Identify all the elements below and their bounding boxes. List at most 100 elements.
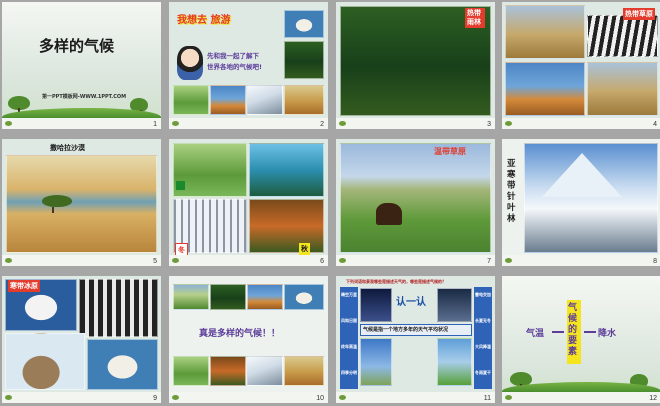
left-label-2: 风和日丽 <box>341 318 357 323</box>
slide-8-title: 亚寒带针叶林 <box>507 159 516 224</box>
slide-footer <box>336 118 495 129</box>
slide-thumbnail-8[interactable]: 亚寒带针叶林 8 <box>502 139 660 266</box>
label-autumn: 秋 <box>299 243 310 255</box>
slide-thumbnail-5[interactable]: 撒哈拉沙漠 5 <box>2 139 161 266</box>
photo-strip-6 <box>210 356 246 386</box>
photo-strip-8 <box>284 356 324 386</box>
photo-lightning <box>360 288 392 322</box>
photo-row-2 <box>210 85 246 115</box>
slide-footer <box>502 118 660 129</box>
banner-prefix: 我想去 <box>177 15 207 26</box>
palm-graphic <box>42 195 72 213</box>
right-label-3: 大风降温 <box>475 344 491 349</box>
slide-footer <box>336 392 495 403</box>
slide-number: 12 <box>649 395 657 402</box>
photo-autumn <box>249 199 324 253</box>
photo-temperate-grassland <box>340 143 491 253</box>
photo-forest <box>284 41 324 79</box>
slide-thumbnail-6[interactable]: 冬 秋 6 <box>169 139 328 266</box>
horses-graphic <box>376 203 402 225</box>
photo-tropical <box>437 338 472 386</box>
slide-footer <box>336 255 495 266</box>
mountain-peak <box>542 153 622 197</box>
photo-strip-5 <box>173 356 209 386</box>
slide-footer <box>2 255 161 266</box>
slide-thumbnail-11[interactable]: 下列词语和景观哪些是描述天气的，哪些是描述气候的？ 晴空万里 风和日丽 终年高温… <box>336 276 495 403</box>
slide-footer <box>169 118 328 129</box>
slide-11-definition: 气候是指一个地方多年的天气平均状况 <box>363 327 449 333</box>
left-label-1: 晴空万里 <box>341 292 357 297</box>
slide-number: 5 <box>153 258 157 265</box>
slide-number: 2 <box>320 121 324 128</box>
arrow-left-icon <box>552 331 564 333</box>
slide-number: 3 <box>487 121 491 128</box>
slide-11-heading: 认一认 <box>396 297 426 308</box>
slide-1-title: 多样的气候 <box>39 37 115 55</box>
photo-row-1 <box>173 85 209 115</box>
photo-polar-bear <box>87 339 158 390</box>
left-label-4: 四季分明 <box>341 370 357 375</box>
right-label-4: 冬雨夏干 <box>475 370 491 375</box>
slide-number: 1 <box>153 121 157 128</box>
slide-2-banner: 我想去 旅游 <box>177 11 230 26</box>
slide-10-caption: 真是多样的气候！！ <box>199 329 281 339</box>
slide-12-right-word: 降水 <box>598 329 617 339</box>
photo-polar-bear <box>284 10 324 38</box>
slide-11-question: 下列词语和景观哪些是描述天气的，哪些是描述气候的？ <box>346 279 446 284</box>
photo-strip-7 <box>247 356 283 386</box>
speech-line-1: 先和我一起了解下 <box>207 52 259 60</box>
slide-number: 9 <box>153 395 157 402</box>
left-label-3: 终年高温 <box>341 344 357 349</box>
photo-row-4 <box>284 85 324 115</box>
right-label-2: 长夏无冬 <box>475 318 491 323</box>
slide-thumbnail-7[interactable]: 温带草原 7 <box>336 139 495 266</box>
cartoon-avatar-icon <box>177 46 203 80</box>
speech-line-2: 世界各地的气候吧! <box>207 63 262 71</box>
photo-zebras <box>587 15 658 57</box>
slide-footer <box>2 392 161 403</box>
slide-number: 10 <box>316 395 324 402</box>
slide-5-title: 撒哈拉沙漠 <box>50 144 85 152</box>
slide-number: 8 <box>653 258 657 265</box>
photo-lions <box>505 5 585 59</box>
green-marker <box>176 181 185 190</box>
right-label-1: 雷电交加 <box>475 292 491 297</box>
slide-4-tag: 热带草原 <box>623 8 655 20</box>
slide-thumbnail-4[interactable]: 热带草原 4 <box>502 2 660 129</box>
slide-footer <box>169 392 328 403</box>
photo-strip-3 <box>247 284 283 310</box>
banner-suffix: 旅游 <box>210 15 231 26</box>
slide-thumbnail-1[interactable]: 多样的气候 第一PPT模板网-WWW.1PPT.COM 1 <box>2 2 161 129</box>
photo-giraffe <box>587 62 658 116</box>
slide-number: 6 <box>320 258 324 265</box>
photo-summer <box>249 143 324 197</box>
photo-penguins <box>79 279 158 337</box>
photo-strip-1 <box>173 284 209 310</box>
slide-3-tag: 热带雨林 <box>465 8 485 28</box>
photo-seals <box>5 333 85 390</box>
slide-number: 11 <box>483 395 491 402</box>
photo-strip-4 <box>284 284 324 310</box>
slide-thumbnail-3[interactable]: 热带雨林 3 <box>336 2 495 129</box>
slide-number: 4 <box>653 121 657 128</box>
photo-clouds <box>360 338 392 386</box>
slide-12-center-title: 气候的要素 <box>568 303 578 357</box>
photo-camels <box>437 288 472 322</box>
slide-thumbnail-10[interactable]: 真是多样的气候！！ 10 <box>169 276 328 403</box>
slide-footer <box>502 255 660 266</box>
slide-7-title: 温带草原 <box>434 147 466 156</box>
slide-9-tag: 寒带冰原 <box>8 280 40 292</box>
photo-strip-2 <box>210 284 246 310</box>
slide-1-subtitle: 第一PPT模板网-WWW.1PPT.COM <box>42 94 127 100</box>
photo-desert <box>6 155 157 253</box>
slide-thumbnail-9[interactable]: 寒带冰原 9 <box>2 276 161 403</box>
photo-row-3 <box>247 85 283 115</box>
grass-strip <box>2 108 161 118</box>
photo-baobab <box>505 62 585 116</box>
tree-graphic <box>8 96 30 114</box>
slide-number: 7 <box>487 258 491 265</box>
slide-thumbnail-2[interactable]: 我想去 旅游 先和我一起了解下 世界各地的气候吧! 2 <box>169 2 328 129</box>
slide-footer <box>502 392 660 403</box>
slide-footer <box>169 255 328 266</box>
slide-thumbnail-12[interactable]: 气温 气候的要素 降水 12 <box>502 276 660 403</box>
